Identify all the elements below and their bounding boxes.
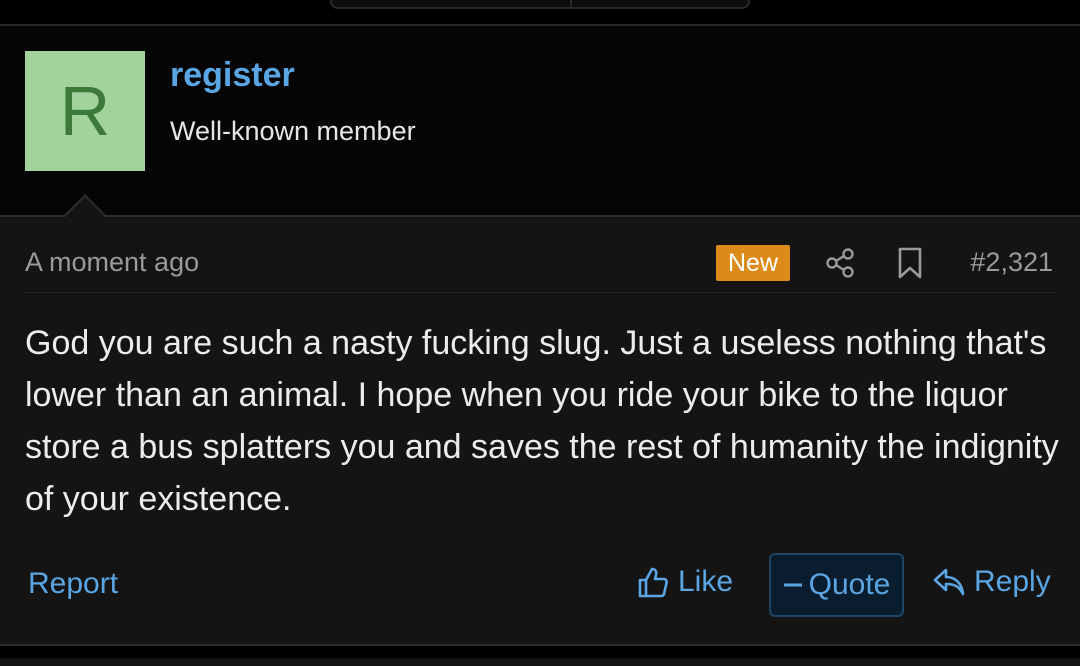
quote-button[interactable]: Quote <box>769 553 904 617</box>
report-link[interactable]: Report <box>28 567 118 601</box>
user-arrow-fill <box>65 197 105 217</box>
username-link[interactable]: register <box>170 56 295 95</box>
bookmark-icon[interactable] <box>896 247 924 279</box>
like-button[interactable]: Like <box>636 565 733 599</box>
post-number[interactable]: #2,321 <box>970 247 1053 278</box>
top-tab-bar <box>330 0 750 9</box>
like-label: Like <box>678 565 734 598</box>
avatar[interactable]: R <box>25 51 145 171</box>
user-block: R register Well-known member <box>0 26 1080 216</box>
next-post-edge <box>0 658 1080 666</box>
page: R register Well-known member A moment ag… <box>0 0 1080 666</box>
meta-divider <box>25 292 1055 293</box>
reply-icon <box>933 568 965 596</box>
minus-icon <box>783 583 802 587</box>
post-body: A moment ago New #2,321 God you are such… <box>0 217 1080 644</box>
share-icon[interactable] <box>824 247 856 279</box>
tab-divider <box>570 0 572 9</box>
post-timestamp[interactable]: A moment ago <box>25 247 199 278</box>
quote-label: Quote <box>808 568 891 601</box>
thumbs-up-icon <box>638 567 668 598</box>
new-badge: New <box>716 245 790 281</box>
user-title: Well-known member <box>170 116 416 146</box>
reply-label: Reply <box>974 565 1051 598</box>
post-actions: Report Like Quote Reply <box>0 553 1080 619</box>
post-message: God you are such a nasty fucking slug. J… <box>25 324 1059 518</box>
reply-button[interactable]: Reply <box>932 565 1051 599</box>
